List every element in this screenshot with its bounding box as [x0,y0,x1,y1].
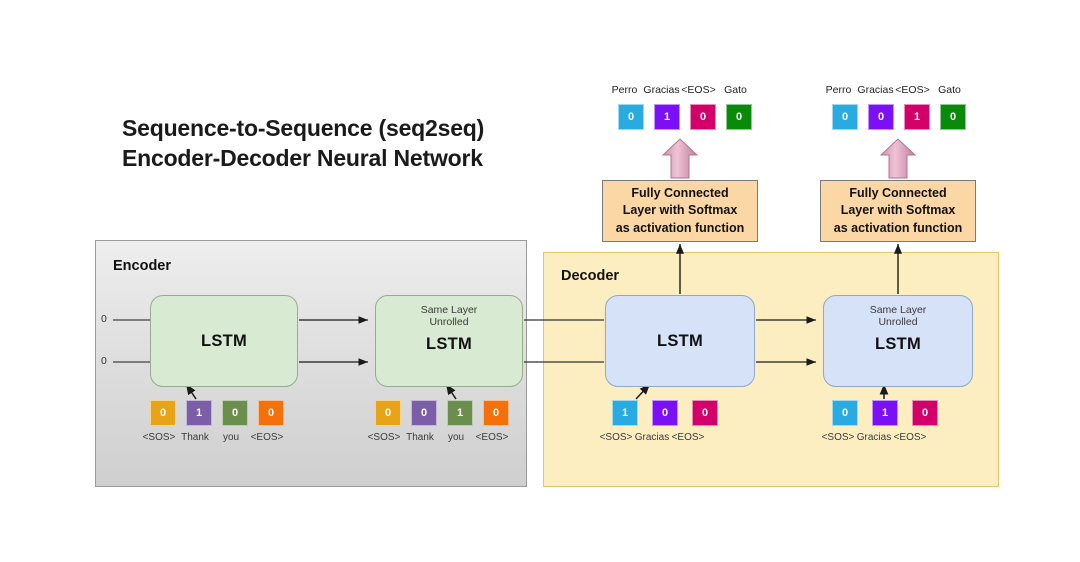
output-token-labels-1: Perro Gracias <EOS> Gato [606,84,754,96]
fc-label-line-3: as activation function [615,220,745,235]
decoder-lstm-label-1: LSTM [656,331,704,350]
encoder-lstm-label-1: LSTM [200,331,248,350]
onehot-label: Gato [724,84,747,96]
onehot-cell[interactable]: 1 [654,104,680,130]
output-onehot-row-2: 0010 [832,104,966,130]
onehot-cell[interactable]: 0 [692,400,718,426]
encoder-token-labels-2: <SOS> Thank you <EOS> [366,432,510,443]
onehot-cell[interactable]: 1 [872,400,898,426]
onehot-label: Perro [825,84,852,96]
encoder-initial-state-0: 0 [101,313,107,325]
onehot-cell[interactable]: 0 [150,400,176,426]
onehot-label: Gracias [857,84,894,96]
onehot-cell[interactable]: 0 [258,400,284,426]
onehot-label: Thank [406,432,434,443]
fc-label-line-2: Layer with Softmax [622,203,738,218]
block-arrow-output-2 [879,138,917,179]
onehot-cell[interactable]: 1 [612,400,638,426]
onehot-cell[interactable]: 0 [411,400,437,426]
encoder-cell-2-note-2: Unrolled [429,316,469,329]
onehot-label: Gracias [856,432,892,443]
onehot-cell[interactable]: 0 [832,104,858,130]
onehot-label: Thank [181,432,209,443]
decoder-cell-2-note-2: Unrolled [878,316,918,329]
onehot-cell[interactable]: 0 [912,400,938,426]
onehot-label: <SOS> [821,432,855,443]
onehot-cell[interactable]: 0 [832,400,858,426]
decoder-onehot-row-2: 010 [832,400,938,426]
onehot-label: Gato [938,84,961,96]
encoder-panel-label: Encoder [113,258,172,274]
encoder-onehot-row-2: 0010 [375,400,509,426]
onehot-label: Gracias [643,84,680,96]
decoder-panel-label: Decoder [561,268,620,284]
onehot-cell[interactable]: 0 [868,104,894,130]
encoder-lstm-cell-2[interactable]: Same Layer Unrolled LSTM [375,295,523,387]
onehot-label: <SOS> [142,432,176,443]
onehot-label: <SOS> [599,432,633,443]
encoder-token-labels-1: <SOS> Thank you <EOS> [141,432,285,443]
onehot-cell[interactable]: 0 [222,400,248,426]
output-onehot-row-1: 0100 [618,104,752,130]
onehot-cell[interactable]: 0 [375,400,401,426]
decoder-cell-2-note-1: Same Layer [869,304,927,316]
onehot-cell[interactable]: 0 [690,104,716,130]
onehot-label: <EOS> [895,84,930,96]
diagram-canvas: Sequence-to-Sequence (seq2seq) Encoder-D… [0,0,1080,562]
decoder-lstm-cell-1[interactable]: LSTM [605,295,755,387]
onehot-label: Gracias [634,432,670,443]
onehot-label: <EOS> [475,432,509,443]
page-title: Sequence-to-Sequence (seq2seq) Encoder-D… [122,114,552,174]
decoder-onehot-row-1: 100 [612,400,718,426]
encoder-lstm-cell-1[interactable]: LSTM [150,295,298,387]
onehot-cell[interactable]: 1 [186,400,212,426]
onehot-label: <EOS> [671,432,705,443]
onehot-label: <EOS> [893,432,927,443]
onehot-cell[interactable]: 0 [483,400,509,426]
decoder-lstm-label-2: LSTM [874,334,922,353]
title-line-2: Encoder-Decoder Neural Network [122,144,483,171]
block-arrow-output-1 [661,138,699,179]
onehot-label: Perro [611,84,638,96]
fc-label-line-3: as activation function [833,220,963,235]
encoder-onehot-row-1: 0100 [150,400,284,426]
title-line-1: Sequence-to-Sequence (seq2seq) [122,115,485,141]
fc-label-line-2: Layer with Softmax [840,203,956,218]
encoder-initial-state-1: 0 [101,355,107,367]
encoder-cell-2-note-1: Same Layer [420,304,478,316]
decoder-token-labels-1: <SOS> Gracias <EOS> [598,432,706,443]
fully-connected-softmax-box-2[interactable]: Fully Connected Layer with Softmax as ac… [820,180,976,242]
onehot-label: you [222,432,240,443]
fully-connected-softmax-box-1[interactable]: Fully Connected Layer with Softmax as ac… [602,180,758,242]
onehot-cell[interactable]: 1 [904,104,930,130]
output-token-labels-2: Perro Gracias <EOS> Gato [820,84,968,96]
onehot-cell[interactable]: 0 [618,104,644,130]
onehot-label: <EOS> [681,84,716,96]
decoder-token-labels-2: <SOS> Gracias <EOS> [820,432,928,443]
onehot-cell[interactable]: 0 [726,104,752,130]
fc-label-line-1: Fully Connected [849,186,947,201]
onehot-label: <EOS> [250,432,284,443]
onehot-cell[interactable]: 0 [652,400,678,426]
fc-label-line-1: Fully Connected [631,186,729,201]
encoder-lstm-label-2: LSTM [425,334,473,353]
decoder-lstm-cell-2[interactable]: Same Layer Unrolled LSTM [823,295,973,387]
onehot-label: you [447,432,465,443]
onehot-cell[interactable]: 0 [940,104,966,130]
onehot-cell[interactable]: 1 [447,400,473,426]
onehot-label: <SOS> [367,432,401,443]
